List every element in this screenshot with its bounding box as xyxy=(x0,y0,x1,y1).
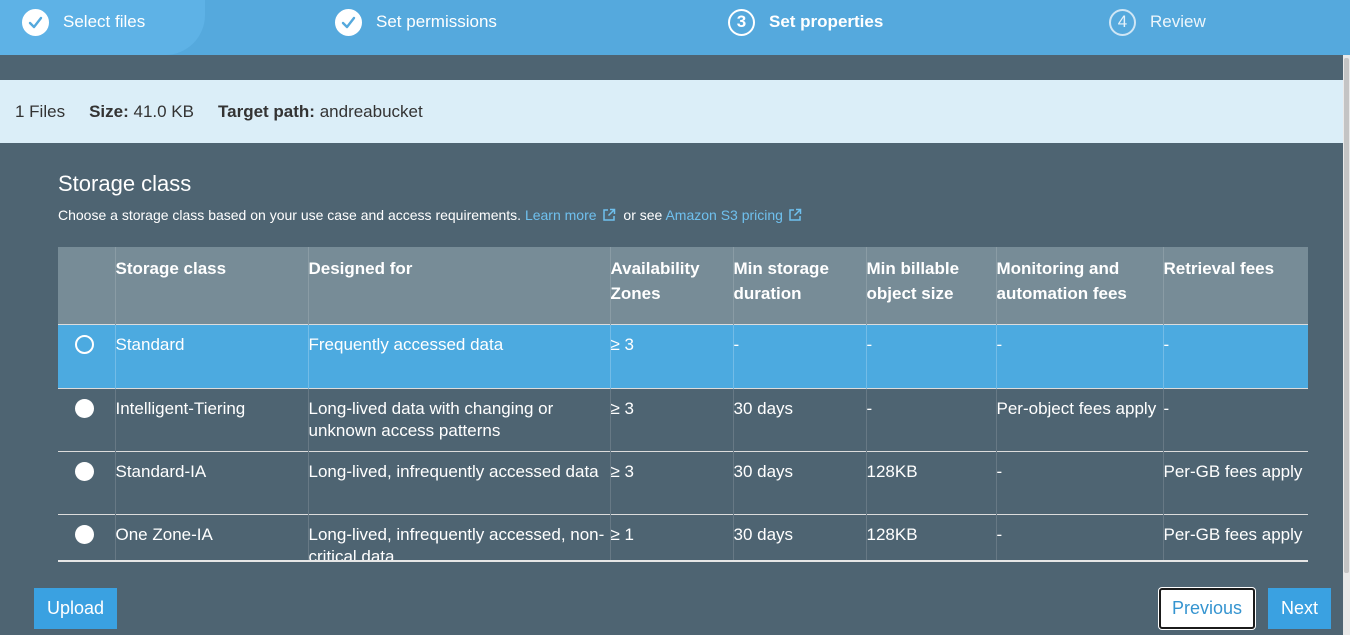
previous-button[interactable]: Previous xyxy=(1159,588,1255,629)
step-set-properties[interactable]: 3 Set properties xyxy=(728,6,883,38)
upload-summary-bar: 1 Files Size: 41.0 KB Target path: andre… xyxy=(0,80,1343,143)
cell-availability-zones: ≥ 3 xyxy=(609,388,733,452)
cell-designed-for: Long-lived data with changing or unknown… xyxy=(307,388,610,452)
cell-monitoring-fees: - xyxy=(995,514,1163,560)
upload-button[interactable]: Upload xyxy=(34,588,117,629)
step-review[interactable]: 4 Review xyxy=(1109,6,1206,38)
external-link-icon xyxy=(602,208,616,225)
header-availability-zones: Availability Zones xyxy=(609,247,733,325)
cell-retrieval-fees: Per-GB fees apply xyxy=(1162,451,1308,515)
radio-button[interactable] xyxy=(75,462,94,481)
header-select xyxy=(58,247,115,325)
storage-class-table: Storage class Designed for Availability … xyxy=(58,247,1308,560)
radio-cell[interactable] xyxy=(58,451,115,515)
scrollbar-thumb[interactable] xyxy=(1344,58,1349,573)
file-count: 1 Files xyxy=(15,101,66,121)
table-row[interactable]: One Zone-IA Long-lived, infrequently acc… xyxy=(58,514,1308,560)
cell-monitoring-fees: - xyxy=(995,451,1163,515)
or-see-text: or see xyxy=(623,207,663,223)
step-label: Select files xyxy=(63,12,146,31)
storage-class-title: Storage class xyxy=(58,171,192,196)
step-label: Review xyxy=(1150,12,1206,31)
storage-class-description: Choose a storage class based on your use… xyxy=(58,207,802,225)
cell-storage-class: Standard-IA xyxy=(114,451,308,515)
radio-button[interactable] xyxy=(75,525,94,544)
cell-designed-for: Long-lived, infrequently accessed, non-c… xyxy=(307,514,610,560)
cell-designed-for: Long-lived, infrequently accessed data xyxy=(307,451,610,515)
s3-pricing-link[interactable]: Amazon S3 pricing xyxy=(665,207,802,223)
cell-storage-class: One Zone-IA xyxy=(114,514,308,560)
header-min-storage-duration: Min storage duration xyxy=(732,247,866,325)
size-label: Size: xyxy=(89,101,129,121)
radio-cell[interactable] xyxy=(58,388,115,452)
header-min-billable-size: Min billable object size xyxy=(865,247,996,325)
cell-designed-for: Frequently accessed data xyxy=(307,324,610,389)
size-value: 41.0 KB xyxy=(133,101,195,121)
header-designed-for: Designed for xyxy=(307,247,610,325)
cell-monitoring-fees: - xyxy=(995,324,1163,389)
external-link-icon xyxy=(788,208,802,225)
pricing-label: Amazon S3 pricing xyxy=(665,207,783,223)
cell-min-storage-duration: 30 days xyxy=(732,514,866,560)
cell-monitoring-fees: Per-object fees apply xyxy=(995,388,1163,452)
cell-storage-class: Intelligent-Tiering xyxy=(114,388,308,452)
cell-min-storage-duration: 30 days xyxy=(732,451,866,515)
size-info: Size: 41.0 KB xyxy=(89,102,194,122)
step-set-permissions[interactable]: Set permissions xyxy=(335,6,497,38)
target-path-info: Target path: andreabucket xyxy=(218,102,423,122)
checkmark-icon xyxy=(22,8,49,36)
radio-button[interactable] xyxy=(75,399,94,418)
checkmark-icon xyxy=(335,8,362,36)
cell-min-billable-size: 128KB xyxy=(865,514,996,560)
radio-cell[interactable] xyxy=(58,514,115,560)
cell-availability-zones: ≥ 3 xyxy=(609,324,733,389)
cell-retrieval-fees: - xyxy=(1162,388,1308,452)
cell-retrieval-fees: - xyxy=(1162,324,1308,389)
radio-cell[interactable] xyxy=(58,324,115,389)
cell-availability-zones: ≥ 3 xyxy=(609,451,733,515)
table-row[interactable]: Standard-IA Long-lived, infrequently acc… xyxy=(58,451,1308,515)
target-path-value: andreabucket xyxy=(319,101,423,121)
step-number: 3 xyxy=(728,8,755,36)
header-monitoring-fees: Monitoring and automation fees xyxy=(995,247,1163,325)
description-text: Choose a storage class based on your use… xyxy=(58,207,522,223)
header-retrieval-fees: Retrieval fees xyxy=(1162,247,1308,325)
cell-min-storage-duration: - xyxy=(732,324,866,389)
table-row[interactable]: Intelligent-Tiering Long-lived data with… xyxy=(58,388,1308,452)
cell-min-billable-size: - xyxy=(865,324,996,389)
radio-button[interactable] xyxy=(75,335,94,354)
storage-class-table-container[interactable]: Storage class Designed for Availability … xyxy=(58,247,1308,562)
target-path-label: Target path: xyxy=(218,101,315,121)
header-storage-class: Storage class xyxy=(114,247,308,325)
step-label: Set properties xyxy=(769,12,884,31)
learn-more-link[interactable]: Learn more xyxy=(525,207,616,223)
cell-availability-zones: ≥ 1 xyxy=(609,514,733,560)
table-row[interactable]: Standard Frequently accessed data ≥ 3 - … xyxy=(58,324,1308,389)
cell-min-billable-size: - xyxy=(865,388,996,452)
next-button[interactable]: Next xyxy=(1268,588,1331,629)
step-label: Set permissions xyxy=(376,12,497,31)
step-number: 4 xyxy=(1109,8,1136,36)
cell-storage-class: Standard xyxy=(114,324,308,389)
learn-more-label: Learn more xyxy=(524,207,597,223)
table-header-row: Storage class Designed for Availability … xyxy=(58,247,1308,325)
wizard-stepper: Select files Set permissions 3 Set prope… xyxy=(0,0,1350,55)
step-select-files[interactable]: Select files xyxy=(22,6,145,38)
cell-min-storage-duration: 30 days xyxy=(732,388,866,452)
cell-retrieval-fees: Per-GB fees apply xyxy=(1162,514,1308,560)
spacer xyxy=(0,55,1343,80)
cell-min-billable-size: 128KB xyxy=(865,451,996,515)
